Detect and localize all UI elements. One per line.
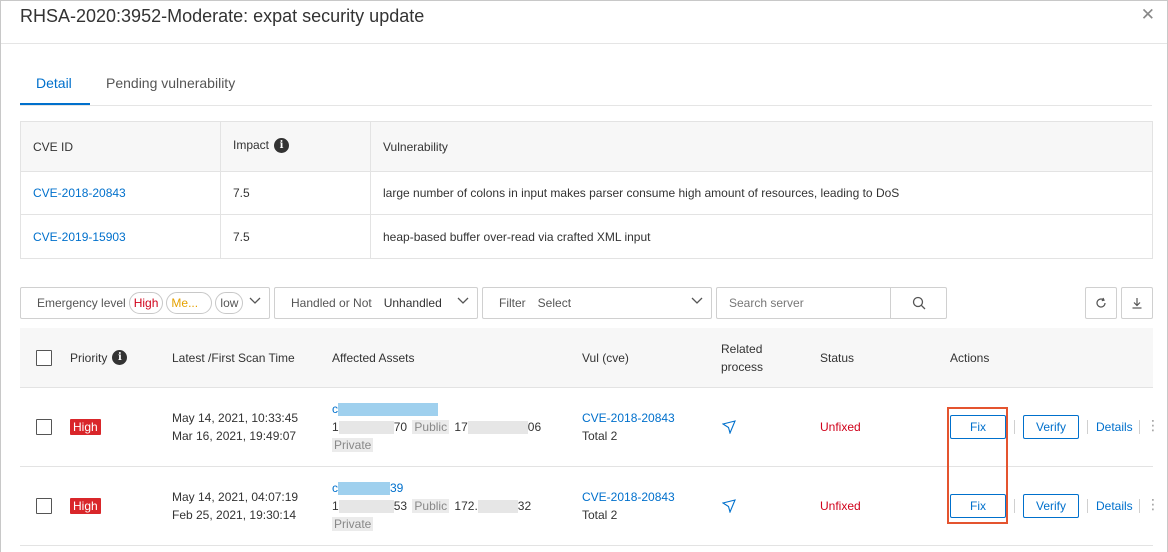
cve-link[interactable]: CVE-2019-15903 — [33, 230, 126, 244]
close-icon[interactable]: ✕ — [1141, 5, 1155, 25]
verify-button[interactable]: Verify — [1023, 415, 1079, 439]
action-divider — [1014, 420, 1015, 434]
vulnerability-text: heap-based buffer over-read via crafted … — [383, 229, 651, 244]
tab-pending-vulnerability[interactable]: Pending vulnerability — [106, 75, 235, 91]
vulnerability-text: large number of colons in input makes pa… — [383, 186, 900, 200]
dialog-title: RHSA-2020:3952-Moderate: expat security … — [20, 6, 425, 26]
status-badge: Unfixed — [820, 499, 861, 513]
search-box: Search server — [716, 287, 947, 319]
active-tab-indicator — [20, 103, 90, 105]
col-status: Status — [820, 350, 855, 365]
filter-select[interactable]: Filter Select — [482, 287, 712, 319]
refresh-button[interactable] — [1085, 287, 1117, 319]
details-link[interactable]: Details — [1096, 499, 1133, 513]
latest-scan-time: May 14, 2021, 04:07:19 — [172, 490, 299, 504]
asset-ips: 1 70 Public 17 06 — [332, 420, 542, 435]
impact-value: 7.5 — [233, 186, 250, 200]
col-related-process-line2: process — [721, 359, 764, 374]
col-priority: Priority — [70, 350, 108, 365]
action-divider — [1087, 499, 1088, 513]
low-tag[interactable]: low — [215, 292, 244, 314]
high-tag[interactable]: High — [128, 292, 164, 314]
col-affected-assets: Affected Assets — [332, 350, 415, 365]
asset-name[interactable]: c — [332, 400, 541, 418]
first-scan-time: Mar 16, 2021, 19:49:07 — [172, 429, 297, 443]
cve-link[interactable]: CVE-2018-20843 — [33, 186, 126, 200]
row-checkbox[interactable] — [36, 498, 52, 514]
col-vulnerability: Vulnerability — [383, 139, 448, 154]
status-badge: Unfixed — [820, 420, 861, 434]
asset-name[interactable]: c 39 — [332, 479, 531, 497]
chevron-down-icon — [457, 297, 469, 304]
send-icon[interactable] — [722, 420, 736, 434]
more-icon[interactable]: ⋮ — [1146, 417, 1160, 434]
refresh-icon — [1096, 297, 1106, 308]
row-checkbox[interactable] — [36, 419, 52, 435]
vul-cve-link[interactable]: CVE-2018-20843 — [582, 488, 675, 506]
download-button[interactable] — [1121, 287, 1153, 319]
first-scan-time: Feb 25, 2021, 19:30:14 — [172, 508, 297, 522]
col-impact: Impact — [233, 138, 270, 152]
impact-value: 7.5 — [233, 229, 250, 244]
handled-value: Unhandled — [383, 296, 442, 310]
search-input[interactable]: Search server — [729, 296, 804, 310]
action-divider — [1087, 420, 1088, 434]
dialog: RHSA-2020:3952-Moderate: expat security … — [0, 0, 1168, 552]
private-tag: Private — [332, 438, 374, 452]
col-cve-id: CVE ID — [33, 139, 74, 154]
table-row: CVE-2018-20843 7.5 large number of colon… — [21, 172, 1152, 215]
latest-scan-time: May 14, 2021, 10:33:45 — [172, 411, 299, 425]
col-actions: Actions — [950, 350, 990, 365]
action-divider — [1014, 499, 1015, 513]
fix-buttons-highlight — [947, 407, 1008, 524]
col-vul-cve: Vul (cve) — [582, 350, 629, 365]
select-all-checkbox[interactable] — [36, 349, 52, 366]
info-icon[interactable]: i — [112, 350, 128, 365]
action-divider — [1139, 420, 1140, 434]
send-icon[interactable] — [722, 499, 736, 513]
search-icon — [912, 296, 925, 310]
private-tag: Private — [332, 517, 374, 531]
vul-cve-link[interactable]: CVE-2018-20843 — [582, 409, 675, 427]
tab-bar: Detail Pending vulnerability — [20, 65, 1152, 106]
tab-detail[interactable]: Detail — [36, 75, 72, 91]
cve-table-header: CVE ID Impact i Vulnerability — [21, 122, 1152, 172]
col-related-process: Related — [721, 341, 763, 356]
more-icon[interactable]: ⋮ — [1146, 496, 1160, 513]
vul-total: Total 2 — [582, 508, 618, 522]
chevron-down-icon — [249, 297, 261, 304]
public-tag: Public — [412, 420, 450, 434]
public-tag: Public — [412, 499, 450, 513]
handled-select[interactable]: Handled or Not Unhandled — [274, 287, 478, 319]
vul-total: Total 2 — [582, 429, 618, 443]
medium-tag[interactable]: Me... — [166, 292, 213, 314]
action-divider — [1139, 499, 1140, 513]
title-divider — [1, 43, 1167, 44]
info-icon[interactable]: i — [274, 138, 290, 153]
filter-label: Filter — [499, 296, 526, 310]
chevron-down-icon — [691, 297, 703, 304]
vulnerability-table-header: Priority i Latest /First Scan Time Affec… — [20, 328, 1153, 388]
details-link[interactable]: Details — [1096, 420, 1133, 434]
asset-ips: 1 53 Public 172. 32 — [332, 499, 532, 514]
col-scan-time: Latest /First Scan Time — [172, 350, 295, 365]
download-icon — [1132, 298, 1142, 309]
cve-table: CVE ID Impact i Vulnerability CVE-2018-2… — [20, 121, 1153, 259]
handled-label: Handled or Not — [291, 296, 372, 310]
verify-button[interactable]: Verify — [1023, 494, 1079, 518]
priority-badge: High — [70, 498, 101, 514]
emergency-level-label: Emergency level — [37, 296, 126, 310]
search-button[interactable] — [890, 288, 946, 318]
emergency-level-select[interactable]: Emergency level High Me... low — [20, 287, 270, 319]
table-row: CVE-2019-15903 7.5 heap-based buffer ove… — [21, 215, 1152, 258]
priority-badge: High — [70, 419, 101, 435]
filter-value: Select — [537, 296, 572, 310]
